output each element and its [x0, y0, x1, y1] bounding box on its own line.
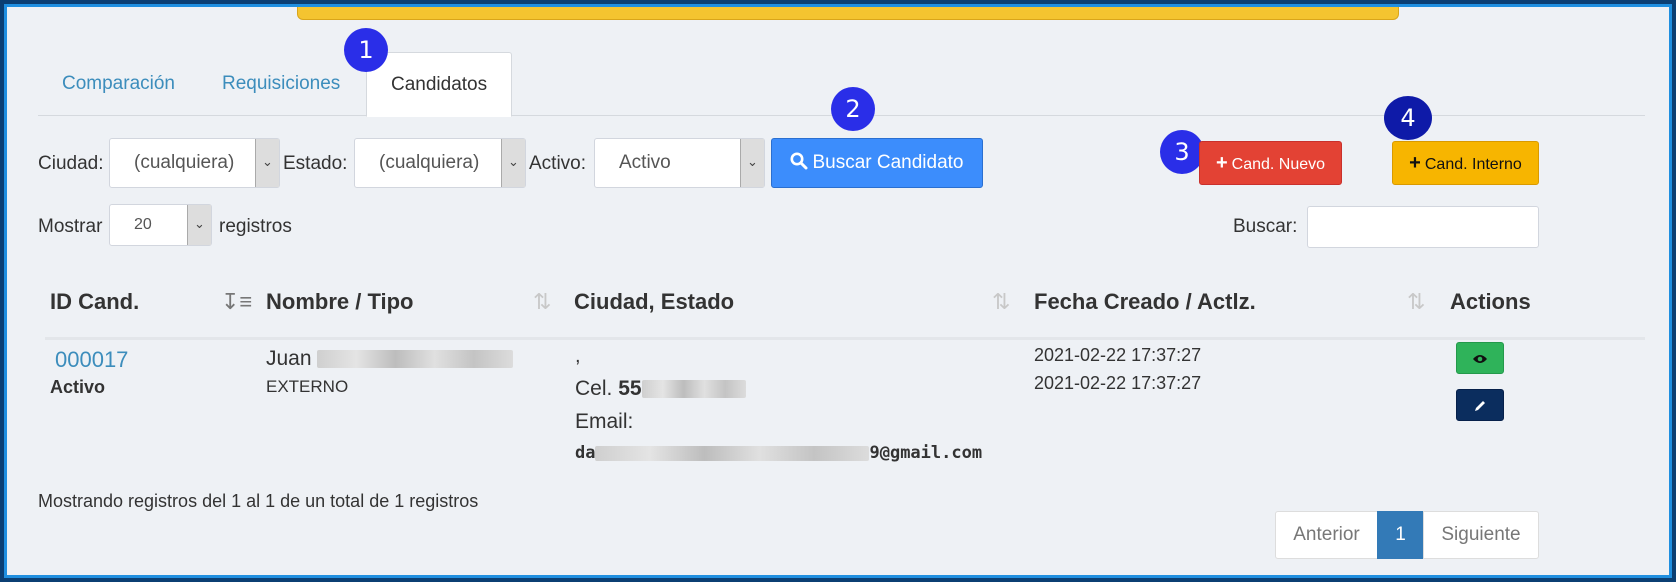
records-label: registros: [219, 216, 292, 237]
sort-icon[interactable]: ⇅: [992, 289, 1010, 315]
pagination-page-1[interactable]: 1: [1377, 511, 1424, 559]
tab-candidatos[interactable]: Candidatos: [366, 52, 513, 117]
search-label: Buscar:: [1233, 216, 1298, 237]
active-select-value: Activo: [619, 152, 671, 173]
email-label: Email:: [575, 410, 634, 433]
page-length-value: 20: [134, 216, 152, 233]
search-icon: [790, 152, 808, 170]
col-header-name[interactable]: Nombre / Tipo: [266, 289, 414, 315]
pagination-next[interactable]: Siguiente: [1423, 511, 1539, 559]
step-badge-4: 4: [1384, 96, 1432, 140]
sort-desc-icon[interactable]: ↧≡: [221, 289, 252, 315]
candidate-city-state: ,: [575, 345, 581, 367]
state-select[interactable]: (cualquiera) ⌄: [354, 138, 526, 188]
page-length-select[interactable]: 20 ⌄: [109, 204, 212, 246]
pagination-previous[interactable]: Anterior: [1275, 511, 1378, 559]
active-label: Activo:: [529, 153, 587, 174]
redacted-email: [595, 445, 870, 461]
candidate-phone: Cel. 55: [575, 377, 746, 401]
table-header-divider: [45, 337, 1645, 340]
sort-icon[interactable]: ⇅: [1407, 289, 1425, 315]
candidate-id-link[interactable]: 000017: [55, 347, 128, 373]
view-button[interactable]: [1456, 342, 1504, 374]
new-candidate-button[interactable]: + Cand. Nuevo: [1199, 141, 1342, 185]
step-badge-3: 3: [1160, 130, 1204, 174]
state-label: Estado:: [283, 153, 348, 174]
top-accent-bar: [297, 7, 1399, 20]
candidate-email: da 9@gmail.com: [575, 443, 982, 463]
tab-comparacion[interactable]: Comparación: [38, 52, 199, 116]
chevron-down-icon: ⌄: [255, 139, 279, 187]
step-badge-2: 2: [831, 87, 875, 131]
edit-button[interactable]: [1456, 389, 1504, 421]
active-select[interactable]: Activo ⌄: [594, 138, 765, 188]
candidate-type: EXTERNO: [266, 377, 349, 396]
pencil-icon: [1475, 401, 1485, 411]
email-prefix: da: [575, 443, 596, 463]
table-info: Mostrando registros del 1 al 1 de un tot…: [38, 491, 479, 511]
col-header-date[interactable]: Fecha Creado / Actlz.: [1034, 289, 1256, 315]
redacted-last-name: [317, 350, 514, 369]
col-header-id[interactable]: ID Cand.: [50, 289, 139, 315]
updated-date: 2021-02-22 17:37:27: [1034, 373, 1202, 393]
phone-label: Cel.: [575, 377, 613, 400]
col-header-city[interactable]: Ciudad, Estado: [574, 289, 734, 315]
candidate-name: Juan: [266, 347, 514, 371]
new-candidate-label: Cand. Nuevo: [1231, 156, 1326, 173]
col-header-actions: Actions: [1450, 289, 1531, 314]
chevron-down-icon: ⌄: [740, 139, 764, 187]
plus-icon: +: [1215, 152, 1228, 174]
plus-icon: +: [1409, 152, 1421, 174]
candidate-status: Activo: [50, 377, 106, 397]
chevron-down-icon: ⌄: [187, 205, 211, 245]
table-search-input[interactable]: [1307, 206, 1539, 248]
internal-candidate-button[interactable]: + Cand. Interno: [1392, 141, 1539, 185]
created-date: 2021-02-22 17:37:27: [1034, 345, 1202, 365]
city-select-value: (cualquiera): [134, 152, 235, 173]
internal-candidate-label: Cand. Interno: [1424, 156, 1522, 173]
candidate-first-name: Juan: [266, 347, 312, 370]
app-frame: Comparación Requisiciones Candidatos 1 2…: [4, 4, 1672, 578]
email-suffix: 9@gmail.com: [869, 443, 983, 463]
chevron-down-icon: ⌄: [501, 139, 525, 187]
city-select[interactable]: (cualquiera) ⌄: [109, 138, 280, 188]
step-badge-1: 1: [344, 28, 388, 72]
show-label: Mostrar: [38, 216, 103, 237]
search-candidate-button[interactable]: Buscar Candidato: [771, 138, 983, 188]
tab-requisiciones[interactable]: Requisiciones: [198, 52, 364, 116]
eye-icon: [1473, 355, 1487, 363]
city-label: Ciudad:: [38, 153, 104, 174]
redacted-phone: [641, 380, 746, 399]
search-candidate-label: Buscar Candidato: [812, 152, 964, 173]
phone-prefix: 55: [618, 377, 642, 400]
state-select-value: (cualquiera): [379, 152, 480, 173]
sort-icon[interactable]: ⇅: [533, 289, 551, 315]
